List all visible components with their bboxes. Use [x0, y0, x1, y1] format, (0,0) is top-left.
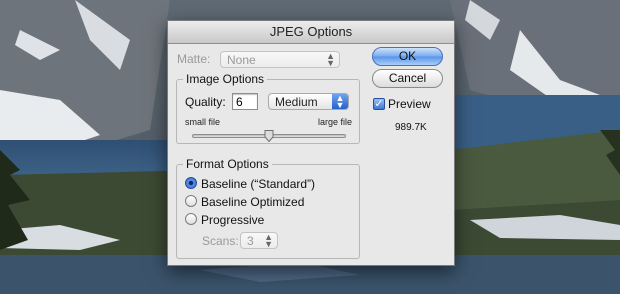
large-file-label: large file: [318, 117, 353, 127]
image-options-legend: Image Options: [186, 72, 265, 86]
scans-select[interactable]: 3 ▲ ▼: [240, 232, 278, 249]
ok-button[interactable]: OK: [372, 47, 443, 66]
preview-checkbox[interactable]: ✓: [373, 98, 385, 110]
quality-preset-select[interactable]: Medium ▲ ▼: [268, 93, 349, 110]
baseline-standard-radio[interactable]: [185, 177, 197, 189]
scans-value: 3: [247, 234, 254, 248]
progressive-radio[interactable]: [185, 213, 197, 225]
small-file-label: small file: [185, 117, 221, 127]
progressive-label: Progressive: [201, 213, 265, 227]
quality-input[interactable]: 6: [232, 93, 258, 110]
preview-label: Preview: [388, 97, 431, 111]
chevron-updown-icon: ▲ ▼: [332, 94, 348, 110]
format-options-legend: Format Options: [186, 157, 269, 171]
chevron-updown-icon: ▲ ▼: [326, 51, 335, 68]
dialog-title: JPEG Options: [168, 21, 454, 44]
matte-value: None: [227, 53, 256, 67]
quality-slider-thumb[interactable]: [264, 130, 274, 142]
baseline-standard-label: Baseline (“Standard”): [201, 177, 316, 191]
matte-select[interactable]: None ▲ ▼: [220, 51, 340, 68]
jpeg-options-dialog: JPEG Options Matte: None ▲ ▼ Image Option…: [167, 20, 455, 266]
scans-label: Scans:: [202, 234, 239, 248]
chevron-updown-icon: ▲ ▼: [264, 232, 273, 249]
matte-label: Matte:: [177, 52, 211, 66]
quality-preset-value: Medium: [275, 95, 318, 109]
quality-label: Quality:: [185, 95, 226, 109]
file-size-readout: 989.7K: [395, 122, 427, 133]
baseline-optimized-radio[interactable]: [185, 195, 197, 207]
cancel-button[interactable]: Cancel: [372, 69, 443, 88]
baseline-optimized-label: Baseline Optimized: [201, 195, 305, 209]
